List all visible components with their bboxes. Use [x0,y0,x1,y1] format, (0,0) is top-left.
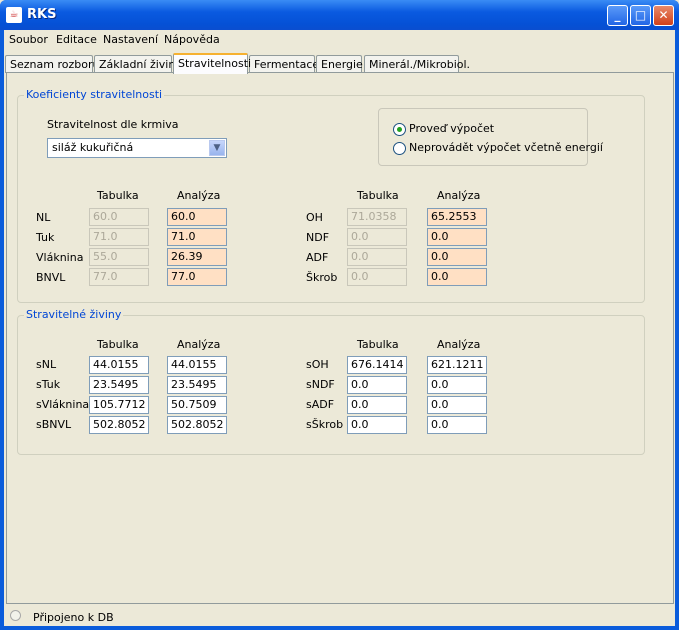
neprovadet-vypocet-radio[interactable] [393,142,406,155]
analyza-field[interactable]: 0.0 [427,376,487,394]
row-label: sOH [306,358,329,371]
tab-fermentace[interactable]: Fermentace [249,55,319,73]
row-label: NDF [306,231,330,244]
tabulka-field: 77.0 [89,268,149,286]
row-label: sTuk [36,378,61,391]
row-label: NL [36,211,51,224]
title-bar: ☕ RKS _ □ ✕ [0,0,679,30]
krmivo-value: siláž kukuřičná [52,141,134,154]
tabulka-field: 60.0 [89,208,149,226]
tabulka-field: 0.0 [347,248,407,266]
connection-indicator-icon [10,610,21,621]
tabulka-field[interactable]: 0.0 [347,376,407,394]
tabulka-field[interactable]: 502.8052 [89,416,149,434]
stravitelne-ziviny-group: Stravitelné živiny Tabulka Analýza Tabul… [17,308,645,455]
vypocet-box: Proveď výpočet Neprovádět výpočet včetně… [378,108,603,166]
close-button[interactable]: ✕ [653,5,674,26]
col-analyza-left: Analýza [177,338,221,351]
tabulka-field[interactable]: 105.7712 [89,396,149,414]
client-area: Soubor Editace Nastavení Nápověda Seznam… [4,30,675,626]
tabulka-field[interactable]: 23.5495 [89,376,149,394]
analyza-field[interactable]: 502.8052 [167,416,227,434]
krmivo-select[interactable]: siláž kukuřičná ▼ [47,138,227,158]
menu-napoveda[interactable]: Nápověda [164,33,220,46]
menu-soubor[interactable]: Soubor [9,33,48,46]
analyza-field[interactable]: 0.0 [427,416,487,434]
tab-bar: Seznam rozborů Základní živiny Stravitel… [4,53,675,74]
row-label: sADF [306,398,335,411]
analyza-field[interactable]: 621.1211 [427,356,487,374]
analyza-field[interactable]: 0.0 [427,396,487,414]
java-icon: ☕ [6,7,22,23]
menu-editace[interactable]: Editace [56,33,97,46]
tab-stravitelnosti[interactable]: Stravitelnosti [173,53,251,74]
app-window: ☕ RKS _ □ ✕ Soubor Editace Nastavení Náp… [0,0,679,630]
tabulka-field[interactable]: 0.0 [347,396,407,414]
analyza-field[interactable]: 0.0 [427,248,487,266]
tabulka-field[interactable]: 44.0155 [89,356,149,374]
krmivo-label: Stravitelnost dle krmiva [47,118,179,131]
tabulka-field: 71.0358 [347,208,407,226]
col-tabulka-right: Tabulka [357,189,399,202]
row-label: Vláknina [36,251,84,264]
tabulka-field[interactable]: 0.0 [347,416,407,434]
analyza-field[interactable]: 26.39 [167,248,227,266]
menu-bar: Soubor Editace Nastavení Nápověda [4,30,675,50]
col-analyza-right: Analýza [437,189,481,202]
tab-mineral[interactable]: Minerál./Mikrobiol. [364,55,470,73]
col-analyza-left: Analýza [177,189,221,202]
row-label: BNVL [36,271,66,284]
maximize-button[interactable]: □ [630,5,651,26]
tabulka-field: 55.0 [89,248,149,266]
tab-zakladni-ziviny[interactable]: Základní živiny [94,55,182,73]
menu-nastaveni[interactable]: Nastavení [103,33,158,46]
row-label: sVláknina [36,398,90,411]
proved-vypocet-label[interactable]: Proveď výpočet [409,122,494,135]
col-analyza-right: Analýza [437,338,481,351]
chevron-down-icon[interactable]: ▼ [209,140,225,156]
tabulka-field: 0.0 [347,268,407,286]
analyza-field[interactable]: 0.0 [427,228,487,246]
analyza-field[interactable]: 60.0 [167,208,227,226]
col-tabulka-right: Tabulka [357,338,399,351]
analyza-field[interactable]: 77.0 [167,268,227,286]
row-label: ADF [306,251,329,264]
minimize-button[interactable]: _ [607,5,628,26]
koeficienty-group: Koeficienty stravitelnosti Stravitelnost… [17,88,645,303]
row-label: sNL [36,358,57,371]
analyza-field[interactable]: 65.2553 [427,208,487,226]
row-label: OH [306,211,323,224]
analyza-field[interactable]: 44.0155 [167,356,227,374]
row-label: sŠkrob [306,418,344,431]
row-label: Škrob [306,271,338,284]
col-tabulka-left: Tabulka [97,338,139,351]
tabulka-field[interactable]: 676.1414 [347,356,407,374]
row-label: sNDF [306,378,335,391]
row-label: sBNVL [36,418,72,431]
analyza-field[interactable]: 0.0 [427,268,487,286]
window-title: RKS [27,7,57,22]
col-tabulka-left: Tabulka [97,189,139,202]
analyza-field[interactable]: 50.7509 [167,396,227,414]
status-bar: Připojeno k DB [4,606,675,626]
status-text: Připojeno k DB [33,611,114,624]
tab-energie[interactable]: Energie [316,55,363,73]
tab-panel: Koeficienty stravitelnosti Stravitelnost… [6,72,674,604]
stravitelne-ziviny-title: Stravitelné živiny [24,308,124,321]
row-label: Tuk [36,231,55,244]
analyza-field[interactable]: 71.0 [167,228,227,246]
tabulka-field: 71.0 [89,228,149,246]
tabulka-field: 0.0 [347,228,407,246]
neprovadet-vypocet-label[interactable]: Neprovádět výpočet včetně energií [409,141,603,154]
tab-seznam-rozboru[interactable]: Seznam rozborů [5,55,99,73]
koeficienty-title: Koeficienty stravitelnosti [24,88,165,101]
analyza-field[interactable]: 23.5495 [167,376,227,394]
proved-vypocet-radio[interactable] [393,123,406,136]
